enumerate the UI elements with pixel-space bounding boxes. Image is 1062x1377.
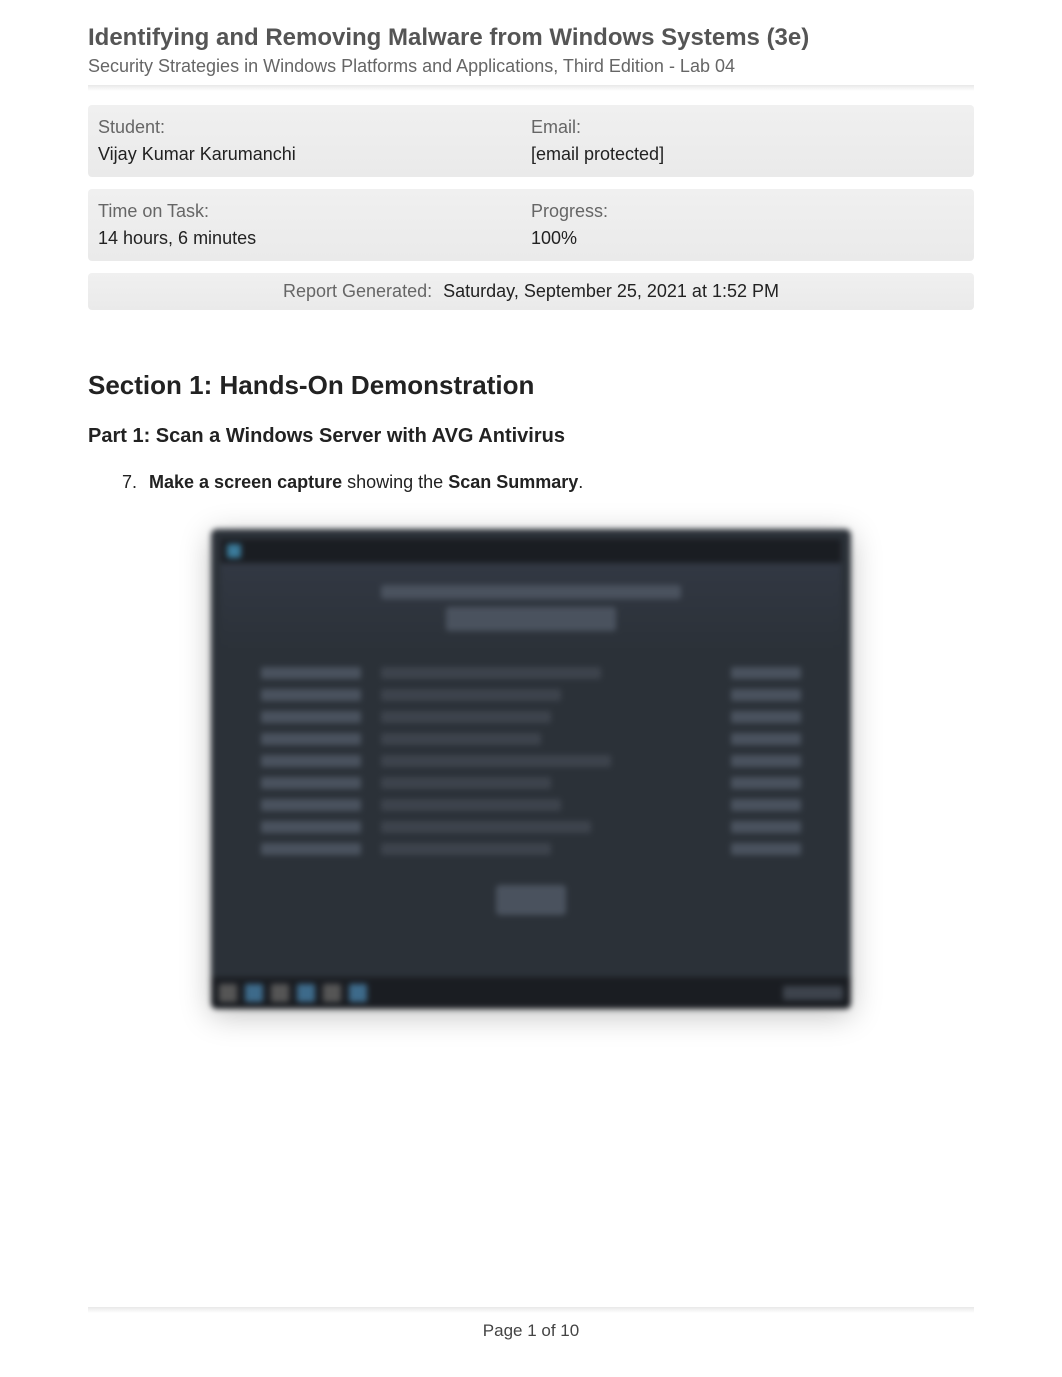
screenshot-image bbox=[211, 529, 851, 1009]
step-instruction: 7. Make a screen capture showing the Sca… bbox=[88, 472, 974, 493]
email-label: Email: bbox=[531, 117, 964, 138]
document-subtitle: Security Strategies in Windows Platforms… bbox=[88, 56, 974, 77]
part-heading: Part 1: Scan a Windows Server with AVG A… bbox=[88, 425, 974, 448]
step-number: 7. bbox=[122, 472, 144, 493]
report-label: Report Generated: bbox=[283, 281, 432, 301]
step-mid: showing the bbox=[342, 472, 448, 492]
time-value: 14 hours, 6 minutes bbox=[98, 228, 531, 249]
email-value: [email protected] bbox=[531, 144, 964, 165]
report-value: Saturday, September 25, 2021 at 1:52 PM bbox=[443, 281, 779, 301]
footer-divider bbox=[88, 1307, 974, 1313]
page-number: Page 1 of 10 bbox=[0, 1321, 1062, 1341]
task-info-box: Time on Task: 14 hours, 6 minutes Progre… bbox=[88, 189, 974, 261]
step-bold2: Scan Summary bbox=[448, 472, 578, 492]
student-label: Student: bbox=[98, 117, 531, 138]
step-end: . bbox=[578, 472, 583, 492]
document-title: Identifying and Removing Malware from Wi… bbox=[88, 24, 974, 52]
divider bbox=[88, 85, 974, 91]
student-info-box: Student: Vijay Kumar Karumanchi Email: [… bbox=[88, 105, 974, 177]
report-generated-box: Report Generated: Saturday, September 25… bbox=[88, 273, 974, 310]
time-label: Time on Task: bbox=[98, 201, 531, 222]
section-heading: Section 1: Hands-On Demonstration bbox=[88, 370, 974, 401]
student-value: Vijay Kumar Karumanchi bbox=[98, 144, 531, 165]
progress-value: 100% bbox=[531, 228, 964, 249]
progress-label: Progress: bbox=[531, 201, 964, 222]
step-bold1: Make a screen capture bbox=[149, 472, 342, 492]
